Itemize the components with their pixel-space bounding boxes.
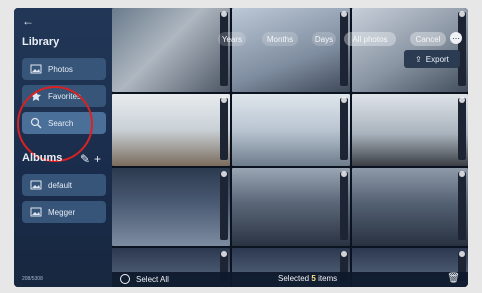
selected-prefix: Selected (278, 274, 310, 283)
library-title: Library (22, 36, 60, 48)
share-icon: ⇪ (415, 54, 422, 64)
photo-thumbnail[interactable] (112, 94, 230, 166)
radio-circle-icon (120, 274, 130, 284)
select-all-button[interactable]: Select All (120, 274, 169, 284)
selected-suffix: items (318, 274, 338, 283)
tab-all-photos[interactable]: All photos (344, 32, 396, 46)
cancel-button[interactable]: Cancel (410, 32, 446, 46)
photo-thumbnail[interactable] (232, 168, 350, 246)
select-all-label: Select All (136, 274, 169, 284)
edit-albums-icon[interactable]: ✎ (80, 152, 90, 166)
image-icon (30, 64, 42, 74)
photo-thumbnail[interactable] (232, 94, 350, 166)
export-label: Export (425, 54, 449, 64)
album-item-default[interactable]: default (22, 174, 106, 196)
trash-icon[interactable]: 🗑 (447, 273, 460, 284)
device-screen: ← Library Photos Favorites Search Albums… (14, 8, 468, 287)
photo-thumbnail[interactable] (352, 168, 468, 246)
albums-title: Albums (22, 152, 63, 164)
sidebar: ← Library Photos Favorites Search Albums… (14, 8, 112, 287)
add-album-icon[interactable]: + (94, 152, 101, 166)
album-item-megger[interactable]: Megger (22, 201, 106, 223)
photo-thumbnail[interactable] (352, 94, 468, 166)
album-item-label: Megger (48, 207, 76, 217)
image-icon (30, 207, 42, 217)
sidebar-item-photos[interactable]: Photos (22, 58, 106, 80)
image-icon (30, 180, 42, 190)
photo-grid: Years Months Days All photos Cancel ⋯ ⇪ … (112, 8, 468, 287)
sidebar-item-label: Photos (48, 64, 73, 74)
back-arrow-icon[interactable]: ← (22, 14, 34, 28)
selection-bar: Select All Selected 5 items 🗑 (112, 272, 468, 287)
album-item-label: default (48, 180, 73, 190)
photo-thumbnail[interactable] (112, 168, 230, 246)
ellipsis-icon[interactable]: ⋯ (450, 32, 462, 44)
tab-days[interactable]: Days (312, 32, 336, 46)
tab-months[interactable]: Months (262, 32, 298, 46)
selected-number: 5 (311, 274, 316, 283)
photo-count: 208/5308 (22, 276, 43, 282)
highlight-circle (17, 86, 93, 162)
view-switcher (198, 14, 468, 34)
selected-count: Selected 5 items (278, 274, 337, 283)
tab-years[interactable]: Years (218, 32, 246, 46)
export-button[interactable]: ⇪ Export (404, 50, 460, 68)
